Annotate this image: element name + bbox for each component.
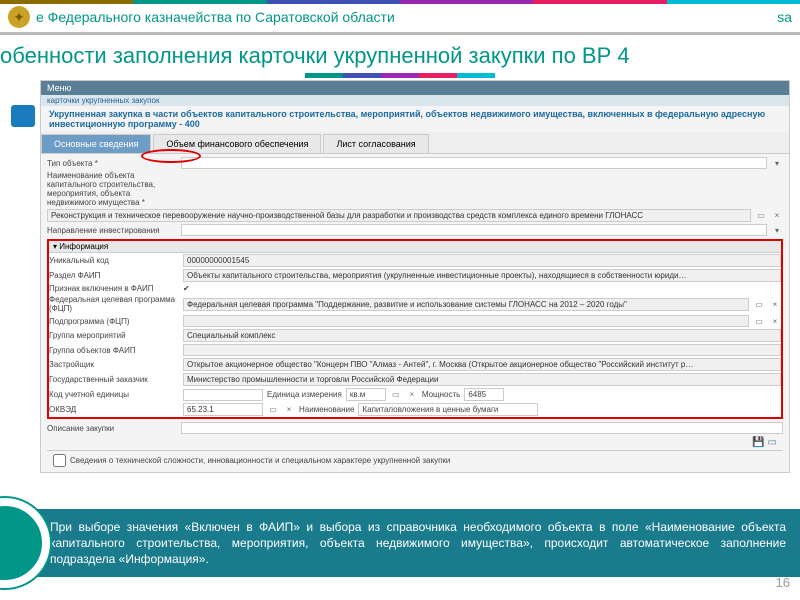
tab-main-info[interactable]: Основные сведения xyxy=(41,134,151,153)
tab-bar: Основные сведения Объем финансового обес… xyxy=(41,132,789,154)
site-fragment: sa xyxy=(777,9,792,25)
header: ✦ е Федерального казначейства по Саратов… xyxy=(0,4,800,35)
tab-approval[interactable]: Лист согласования xyxy=(323,134,428,153)
callout-text: При выборе значения «Включен в ФАИП» и в… xyxy=(20,509,800,578)
desc-input[interactable] xyxy=(181,422,783,434)
app-menu-bar: Меню xyxy=(41,81,789,95)
chevron-down-icon[interactable]: ▾ xyxy=(771,226,783,235)
subprogram xyxy=(183,315,749,327)
gov-client: Министерство промышленности и торговли Р… xyxy=(183,373,781,386)
page-number: 16 xyxy=(776,575,790,590)
name-value[interactable]: Реконструкция и техническое перевооружен… xyxy=(47,209,751,222)
okved-name: Капиталовложения в ценные бумаги xyxy=(358,403,538,416)
book-icon[interactable]: ▭ xyxy=(390,390,402,399)
unique-code: 00000000001545 xyxy=(183,254,781,267)
complexity-checkbox[interactable] xyxy=(53,454,66,467)
unit-value[interactable]: кв.м xyxy=(346,388,386,401)
annotation-ellipse xyxy=(141,149,201,163)
ftp-value: Федеральная целевая программа "Поддержан… xyxy=(183,298,749,311)
clear-icon[interactable]: × xyxy=(406,390,418,399)
direction-label: Направление инвестирования xyxy=(47,226,177,235)
clear-icon[interactable]: × xyxy=(769,317,781,326)
chevron-down-icon[interactable]: ▾ xyxy=(771,159,783,168)
emblem-icon: ✦ xyxy=(8,6,30,28)
form-body: Тип объекта * ▾ Наименование объекта кап… xyxy=(41,154,789,472)
title-divider xyxy=(0,73,800,78)
object-group xyxy=(183,344,781,356)
type-input[interactable] xyxy=(181,157,767,169)
okved-value[interactable]: 65.23.1 xyxy=(183,403,263,416)
toolbar-icons: 💾 ▭ xyxy=(47,435,783,450)
developer: Открытое акционерное общество "Концерн П… xyxy=(183,358,781,371)
complexity-label: Сведения о технической сложности, иннова… xyxy=(70,456,450,465)
open-icon[interactable]: ▭ xyxy=(768,437,777,448)
desc-label: Описание закупки xyxy=(47,424,177,433)
name-label: Наименование объекта капитального строит… xyxy=(47,171,177,207)
acct-code[interactable] xyxy=(183,389,263,401)
book-icon[interactable]: ▭ xyxy=(753,317,765,326)
book-icon[interactable]: ▭ xyxy=(755,211,767,220)
info-panel: ▾ Информация Уникальный код0000000000154… xyxy=(47,239,783,419)
embedded-screenshot: Меню карточки укрупненных закупок Укрупн… xyxy=(40,80,790,473)
menu-label[interactable]: Меню xyxy=(47,83,71,93)
clear-icon[interactable]: × xyxy=(769,300,781,309)
clear-icon[interactable]: × xyxy=(283,405,295,414)
power-value[interactable]: 6485 xyxy=(464,388,504,401)
faip-checkbox[interactable]: ✔ xyxy=(183,284,190,293)
callout: При выборе значения «Включен в ФАИП» и в… xyxy=(0,498,800,588)
faip-section: Объекты капитального строительства, меро… xyxy=(183,269,781,282)
event-group: Специальный комплекс xyxy=(183,329,781,342)
book-icon[interactable]: ▭ xyxy=(753,300,765,309)
breadcrumb: карточки укрупненных закупок xyxy=(41,95,789,106)
document-title: Укрупненная закупка в части объектов кап… xyxy=(41,106,789,132)
direction-input[interactable] xyxy=(181,224,767,236)
slide-title: обенности заполнения карточки укрупненно… xyxy=(0,35,800,73)
info-header: ▾ Информация xyxy=(49,241,781,253)
clear-icon[interactable]: × xyxy=(771,211,783,220)
org-name: е Федерального казначейства по Саратовск… xyxy=(36,9,395,25)
decorative-stripe xyxy=(0,0,800,4)
book-icon[interactable]: ▭ xyxy=(267,405,279,414)
sidebar-fragment-icon xyxy=(11,105,35,127)
save-icon[interactable]: 💾 xyxy=(752,437,764,448)
